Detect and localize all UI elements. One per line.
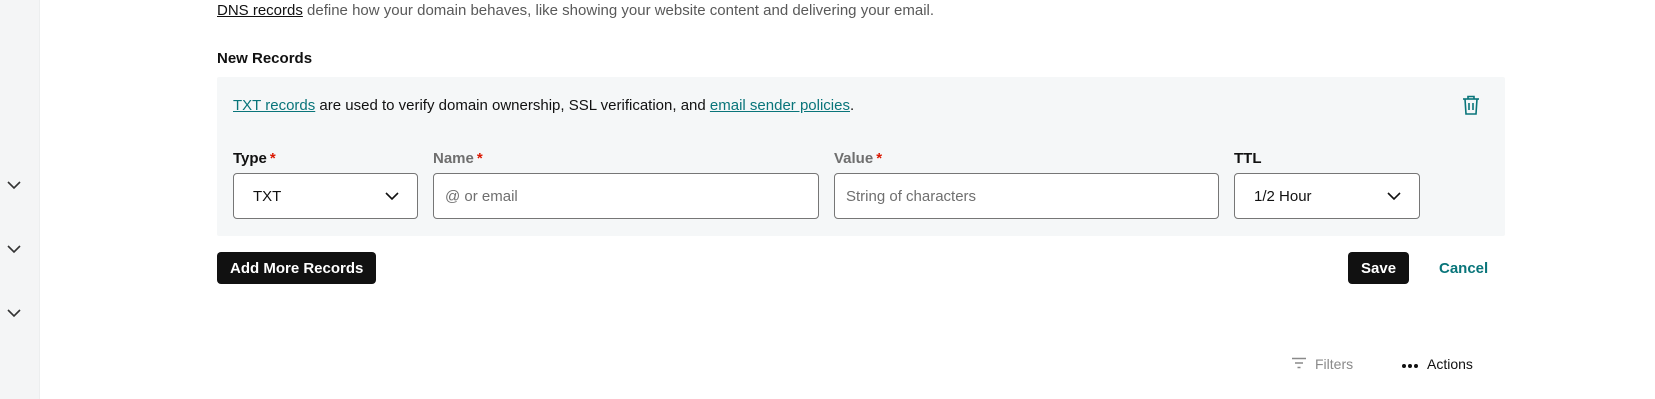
type-label-text: Type <box>233 150 267 167</box>
filters-label: Filters <box>1315 356 1354 372</box>
name-input[interactable] <box>434 174 818 218</box>
dns-intro-text: DNS records define how your domain behav… <box>217 2 934 19</box>
save-button[interactable]: Save <box>1348 252 1410 284</box>
chevron-down-icon <box>1387 188 1401 205</box>
filter-icon <box>1291 356 1307 372</box>
filters-button[interactable]: Filters <box>1291 352 1353 376</box>
required-mark: * <box>876 150 883 167</box>
intro-description: define how your domain behaves, like sho… <box>302 2 935 19</box>
ttl-label: TTL <box>1234 150 1262 167</box>
ttl-select-value: 1/2 Hour <box>1254 187 1312 205</box>
required-mark: * <box>269 150 276 167</box>
info-text-1: are used to verify domain ownership, SSL… <box>315 97 710 114</box>
dns-records-link[interactable]: DNS records <box>217 2 303 19</box>
cancel-button[interactable]: Cancel <box>1439 252 1488 284</box>
type-label: Type * <box>233 150 276 167</box>
value-label: Value * <box>834 150 882 167</box>
value-label-text: Value <box>834 150 874 167</box>
type-select[interactable]: TXT <box>233 173 418 219</box>
required-mark: * <box>476 150 483 167</box>
actions-label: Actions <box>1427 356 1473 372</box>
left-rail <box>0 0 40 399</box>
ttl-select[interactable]: 1/2 Hour <box>1234 173 1420 219</box>
txt-records-link[interactable]: TXT records <box>233 97 315 114</box>
trash-icon[interactable] <box>1459 93 1483 117</box>
value-input[interactable] <box>835 174 1218 218</box>
chevron-down-icon[interactable] <box>6 305 22 321</box>
add-more-records-button[interactable]: Add More Records <box>217 252 377 284</box>
new-record-panel: TXT records are used to verify domain ow… <box>217 77 1505 236</box>
info-text-2: . <box>849 97 855 114</box>
name-field[interactable] <box>433 173 819 219</box>
chevron-down-icon <box>385 188 399 205</box>
type-select-value: TXT <box>253 187 282 205</box>
chevron-down-icon[interactable] <box>6 177 22 193</box>
chevron-down-icon[interactable] <box>6 241 22 257</box>
actions-button[interactable]: Actions <box>1401 352 1473 376</box>
value-field[interactable] <box>834 173 1219 219</box>
record-info-text: TXT records are used to verify domain ow… <box>233 97 854 114</box>
name-label: Name * <box>433 150 483 167</box>
more-horizontal-icon <box>1401 356 1419 372</box>
section-title: New Records <box>217 50 313 67</box>
name-label-text: Name <box>433 150 474 167</box>
email-sender-policies-link[interactable]: email sender policies <box>710 97 850 114</box>
